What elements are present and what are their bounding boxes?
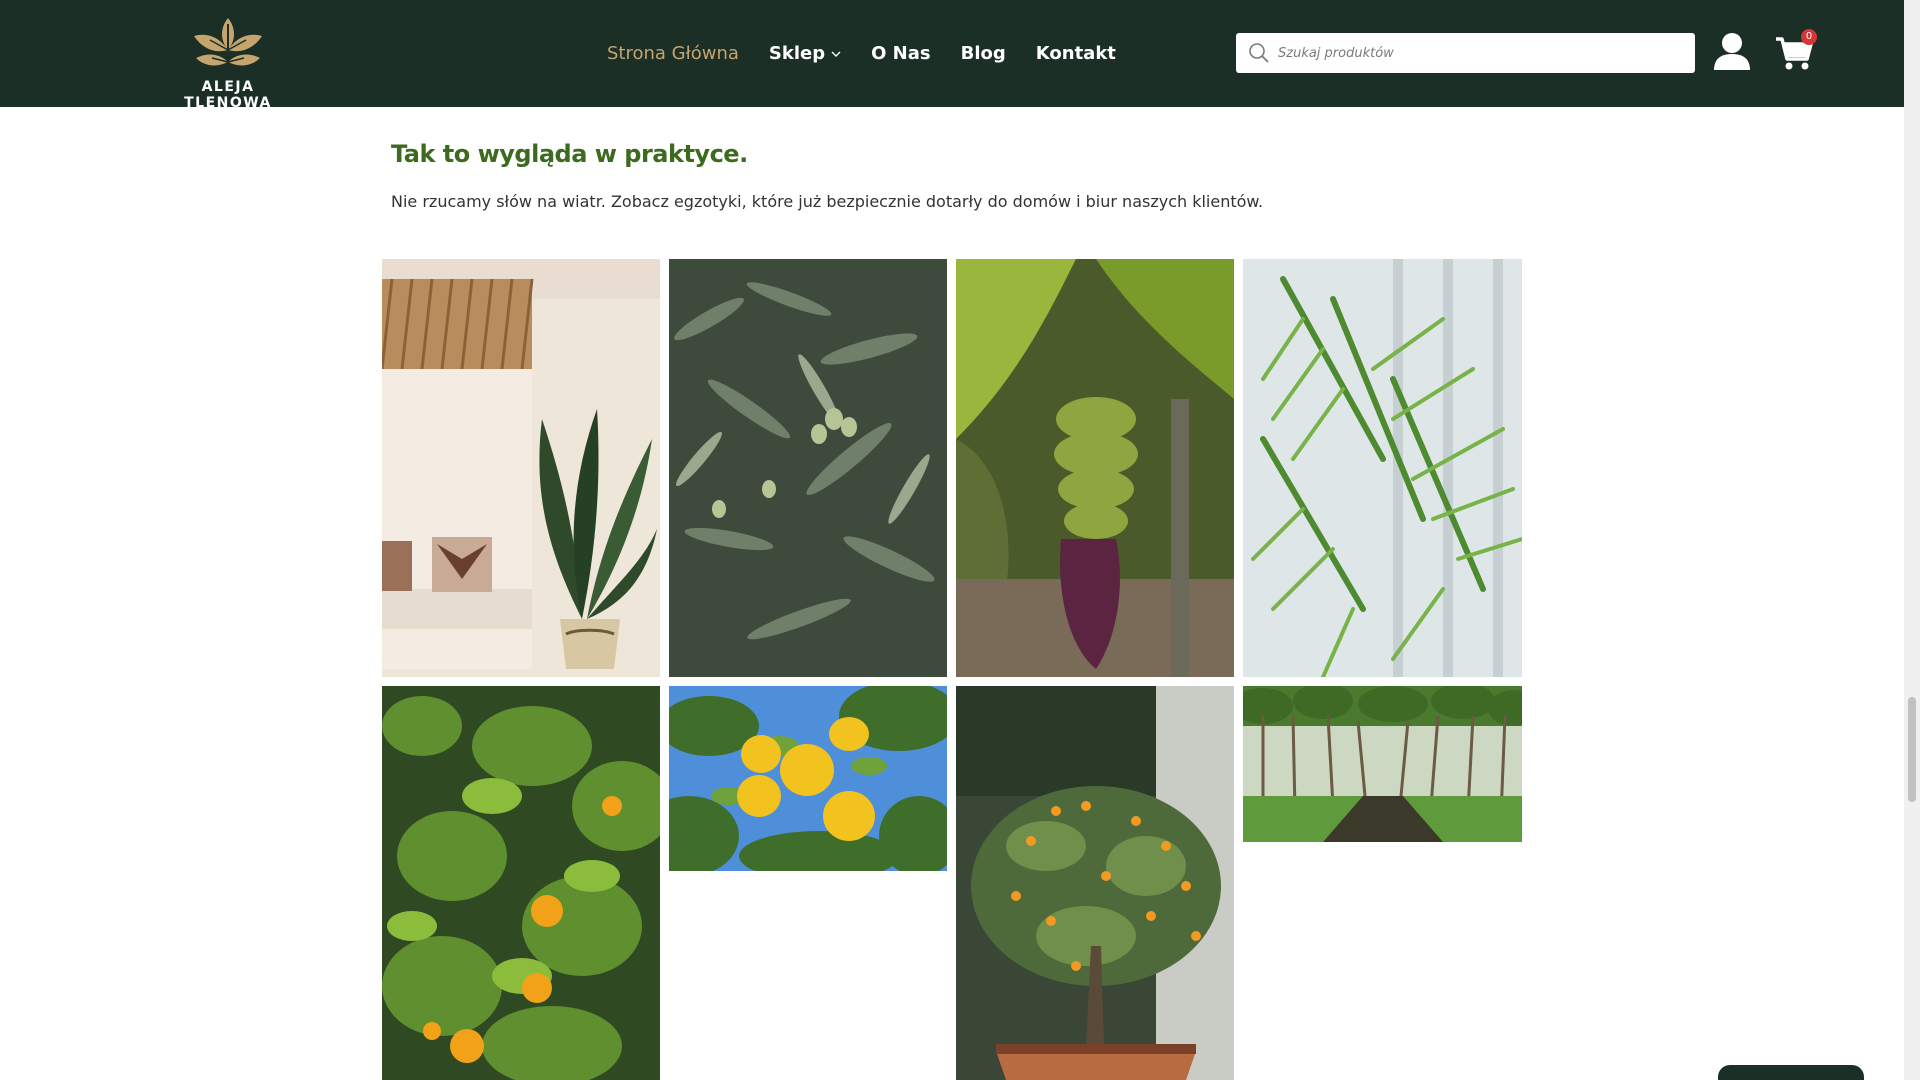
cart-count-badge: 0 [1801,29,1817,45]
user-account-icon[interactable] [1712,32,1752,70]
brand-name: ALEJA TLENOWA [184,79,272,111]
gallery-image-banana[interactable] [956,259,1234,677]
nav-item-contact[interactable]: Kontakt [1036,43,1116,64]
lemons-image [669,686,947,871]
banana-plant-image [956,259,1234,677]
olive-tree-image [669,259,947,677]
gallery-image-nursery[interactable] [1243,686,1522,842]
tree-nursery-image [1243,686,1522,842]
page-scrollbar[interactable] [1904,0,1920,1080]
palm-leaves-image [1243,259,1522,677]
main-nav: Strona Główna Sklep O Nas Blog Kontakt [607,0,1146,107]
gallery-image-olive[interactable] [669,259,947,677]
section-title: Tak to wygląda w praktyce. [391,140,748,168]
product-search [1236,33,1695,73]
site-header: ALEJA TLENOWA Strona Główna Sklep O Nas … [0,0,1904,111]
nav-item-label: Blog [960,43,1006,64]
gallery-image-lemons[interactable] [669,686,947,871]
nav-item-label: Kontakt [1035,43,1116,64]
nav-item-label: Sklep [768,43,826,64]
gallery-image-orange-tree[interactable] [382,686,660,1080]
nav-item-about[interactable]: O Nas [871,43,931,64]
scrollbar-thumb[interactable] [1908,697,1916,802]
search-icon[interactable] [1248,42,1270,64]
orange-tree-image [382,686,660,1080]
gallery-image-potted-citrus[interactable] [956,686,1234,1080]
gallery-image-palm[interactable] [1243,259,1522,677]
section-description: Nie rzucamy słów na wiatr. Zobacz egzoty… [391,192,1264,211]
search-input[interactable] [1278,38,1678,68]
leaf-logo-icon [194,18,262,72]
strelitzia-interior-image [382,259,660,677]
nav-item-label: O Nas [871,43,931,64]
nav-item-shop[interactable]: Sklep [769,43,841,64]
chevron-down-icon [831,51,841,57]
potted-citrus-tree-image [956,686,1234,1080]
site-logo[interactable]: ALEJA TLENOWA [158,10,298,111]
nav-item-home[interactable]: Strona Główna [607,43,739,64]
gallery-image-strelitzia[interactable] [382,259,660,677]
nav-item-label: Strona Główna [607,43,739,64]
chat-widget-tab[interactable] [1718,1065,1864,1080]
nav-item-blog[interactable]: Blog [961,43,1006,64]
